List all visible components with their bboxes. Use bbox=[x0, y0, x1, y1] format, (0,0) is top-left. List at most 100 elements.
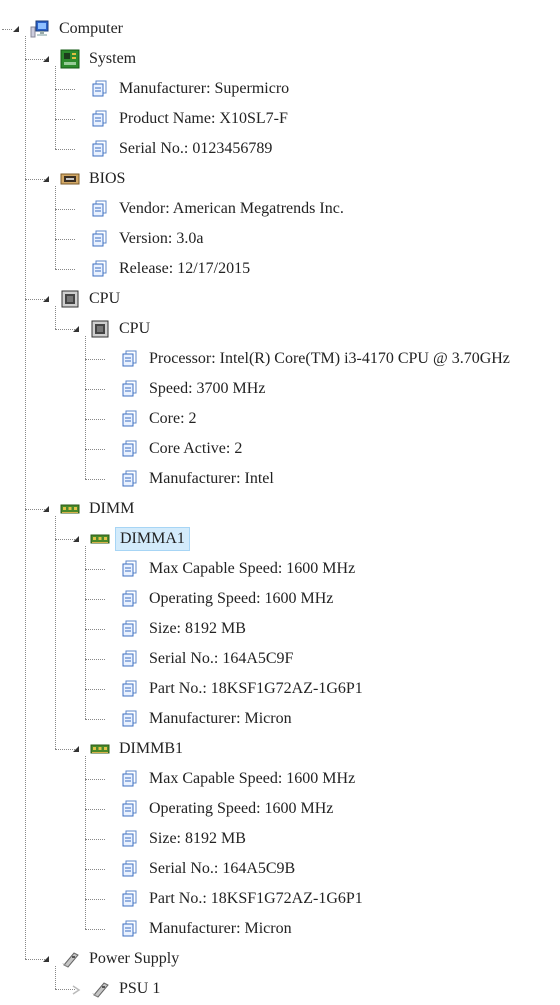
node-dimma1-size[interactable]: Size: 8192 MB bbox=[100, 614, 250, 644]
node-system-product-name[interactable]: Product Name: X10SL7-F bbox=[70, 104, 292, 134]
node-label[interactable]: Part No.: 18KSF1G72AZ-1G6P1 bbox=[145, 678, 367, 700]
property-icon bbox=[120, 709, 140, 729]
node-label[interactable]: Size: 8192 MB bbox=[145, 828, 250, 850]
property-icon bbox=[120, 859, 140, 879]
node-label[interactable]: Serial No.: 164A5C9B bbox=[145, 858, 299, 880]
node-psu1[interactable]: PSU 1 bbox=[70, 974, 164, 1004]
node-label[interactable]: Computer bbox=[55, 18, 127, 40]
connector-line bbox=[85, 869, 105, 870]
connector-line bbox=[25, 299, 45, 300]
node-label[interactable]: DIMMB1 bbox=[115, 738, 187, 760]
node-bios-release[interactable]: Release: 12/17/2015 bbox=[70, 254, 254, 284]
node-bios[interactable]: BIOS bbox=[40, 164, 129, 194]
connector-line bbox=[55, 966, 56, 989]
connector-line bbox=[85, 629, 105, 630]
property-icon bbox=[120, 469, 140, 489]
connector-line bbox=[85, 569, 105, 570]
node-dimmb1-max-speed[interactable]: Max Capable Speed: 1600 MHz bbox=[100, 764, 359, 794]
node-dimmb1[interactable]: DIMMB1 bbox=[70, 734, 187, 764]
property-icon bbox=[120, 349, 140, 369]
node-dimma1-serial[interactable]: Serial No.: 164A5C9F bbox=[100, 644, 297, 674]
node-dimmb1-part[interactable]: Part No.: 18KSF1G72AZ-1G6P1 bbox=[100, 884, 367, 914]
cpu-icon bbox=[90, 319, 110, 339]
node-label[interactable]: CPU bbox=[85, 288, 124, 310]
node-label[interactable]: Product Name: X10SL7-F bbox=[115, 108, 292, 130]
property-icon bbox=[90, 139, 110, 159]
node-label[interactable]: Size: 8192 MB bbox=[145, 618, 250, 640]
connector-line bbox=[55, 239, 75, 240]
node-system-manufacturer[interactable]: Manufacturer: Supermicro bbox=[70, 74, 293, 104]
node-dimma1-operating-speed[interactable]: Operating Speed: 1600 MHz bbox=[100, 584, 337, 614]
property-icon bbox=[120, 799, 140, 819]
node-dimma1-manufacturer[interactable]: Manufacturer: Micron bbox=[100, 704, 296, 734]
node-label[interactable]: Manufacturer: Micron bbox=[145, 918, 296, 940]
node-label[interactable]: Release: 12/17/2015 bbox=[115, 258, 254, 280]
connector-line bbox=[85, 389, 105, 390]
node-dimma1-max-speed[interactable]: Max Capable Speed: 1600 MHz bbox=[100, 554, 359, 584]
connector-line bbox=[55, 306, 56, 329]
node-cpu-speed[interactable]: Speed: 3700 MHz bbox=[100, 374, 269, 404]
connector-line bbox=[55, 209, 75, 210]
node-label[interactable]: Max Capable Speed: 1600 MHz bbox=[145, 558, 359, 580]
connector-line bbox=[55, 89, 75, 90]
node-label[interactable]: CPU bbox=[115, 318, 154, 340]
node-label[interactable]: Version: 3.0a bbox=[115, 228, 207, 250]
memory-icon bbox=[90, 529, 110, 549]
node-bios-version[interactable]: Version: 3.0a bbox=[70, 224, 207, 254]
connector-line bbox=[55, 119, 75, 120]
node-label[interactable]: Operating Speed: 1600 MHz bbox=[145, 798, 337, 820]
property-icon bbox=[90, 199, 110, 219]
connector-line bbox=[85, 546, 86, 719]
connector-line bbox=[85, 599, 105, 600]
node-system-serial[interactable]: Serial No.: 0123456789 bbox=[70, 134, 276, 164]
property-icon bbox=[120, 889, 140, 909]
node-label[interactable]: Manufacturer: Intel bbox=[145, 468, 278, 490]
node-label[interactable]: DIMMA1 bbox=[115, 527, 190, 551]
node-cpu-core[interactable]: Core: 2 bbox=[100, 404, 201, 434]
node-label[interactable]: Core: 2 bbox=[145, 408, 201, 430]
node-label[interactable]: Serial No.: 164A5C9F bbox=[145, 648, 297, 670]
node-label[interactable]: Vendor: American Megatrends Inc. bbox=[115, 198, 348, 220]
node-label[interactable]: BIOS bbox=[85, 168, 129, 190]
connector-line bbox=[55, 186, 56, 269]
node-label[interactable]: Serial No.: 0123456789 bbox=[115, 138, 276, 160]
node-label[interactable]: Manufacturer: Supermicro bbox=[115, 78, 293, 100]
node-label[interactable]: Manufacturer: Micron bbox=[145, 708, 296, 730]
node-label[interactable]: Operating Speed: 1600 MHz bbox=[145, 588, 337, 610]
connector-line bbox=[25, 179, 45, 180]
node-label[interactable]: Processor: Intel(R) Core(TM) i3-4170 CPU… bbox=[145, 348, 514, 370]
node-cpu-manufacturer[interactable]: Manufacturer: Intel bbox=[100, 464, 278, 494]
node-label[interactable]: Max Capable Speed: 1600 MHz bbox=[145, 768, 359, 790]
node-dimmb1-operating-speed[interactable]: Operating Speed: 1600 MHz bbox=[100, 794, 337, 824]
node-cpu-core-active[interactable]: Core Active: 2 bbox=[100, 434, 246, 464]
node-cpu-processor[interactable]: Processor: Intel(R) Core(TM) i3-4170 CPU… bbox=[100, 344, 514, 374]
property-icon bbox=[120, 619, 140, 639]
property-icon bbox=[120, 679, 140, 699]
node-label[interactable]: PSU 1 bbox=[115, 978, 164, 1000]
connector-line bbox=[85, 779, 105, 780]
node-computer[interactable]: Computer bbox=[10, 14, 127, 44]
property-icon bbox=[120, 649, 140, 669]
node-label[interactable]: Speed: 3700 MHz bbox=[145, 378, 269, 400]
property-icon bbox=[120, 379, 140, 399]
hardware-tree: Computer System Manufacturer: Supermicro Pr… bbox=[0, 0, 560, 1005]
connector-line bbox=[85, 809, 105, 810]
node-dimma1[interactable]: DIMMA1 bbox=[70, 524, 190, 554]
node-label[interactable]: Core Active: 2 bbox=[145, 438, 246, 460]
node-label[interactable]: Part No.: 18KSF1G72AZ-1G6P1 bbox=[145, 888, 367, 910]
node-dimmb1-serial[interactable]: Serial No.: 164A5C9B bbox=[100, 854, 299, 884]
memory-icon bbox=[90, 739, 110, 759]
connector-line bbox=[85, 756, 86, 929]
node-dimmb1-manufacturer[interactable]: Manufacturer: Micron bbox=[100, 914, 296, 944]
node-bios-vendor[interactable]: Vendor: American Megatrends Inc. bbox=[70, 194, 348, 224]
node-dimma1-part[interactable]: Part No.: 18KSF1G72AZ-1G6P1 bbox=[100, 674, 367, 704]
node-label[interactable]: System bbox=[85, 48, 140, 70]
node-label[interactable]: DIMM bbox=[85, 498, 138, 520]
node-cpu[interactable]: CPU bbox=[70, 314, 154, 344]
node-dimmb1-size[interactable]: Size: 8192 MB bbox=[100, 824, 250, 854]
connector-line bbox=[2, 29, 12, 30]
property-icon bbox=[120, 589, 140, 609]
node-power-supply[interactable]: Power Supply bbox=[40, 944, 183, 974]
node-label[interactable]: Power Supply bbox=[85, 948, 183, 970]
node-cpu-group[interactable]: CPU bbox=[40, 284, 124, 314]
